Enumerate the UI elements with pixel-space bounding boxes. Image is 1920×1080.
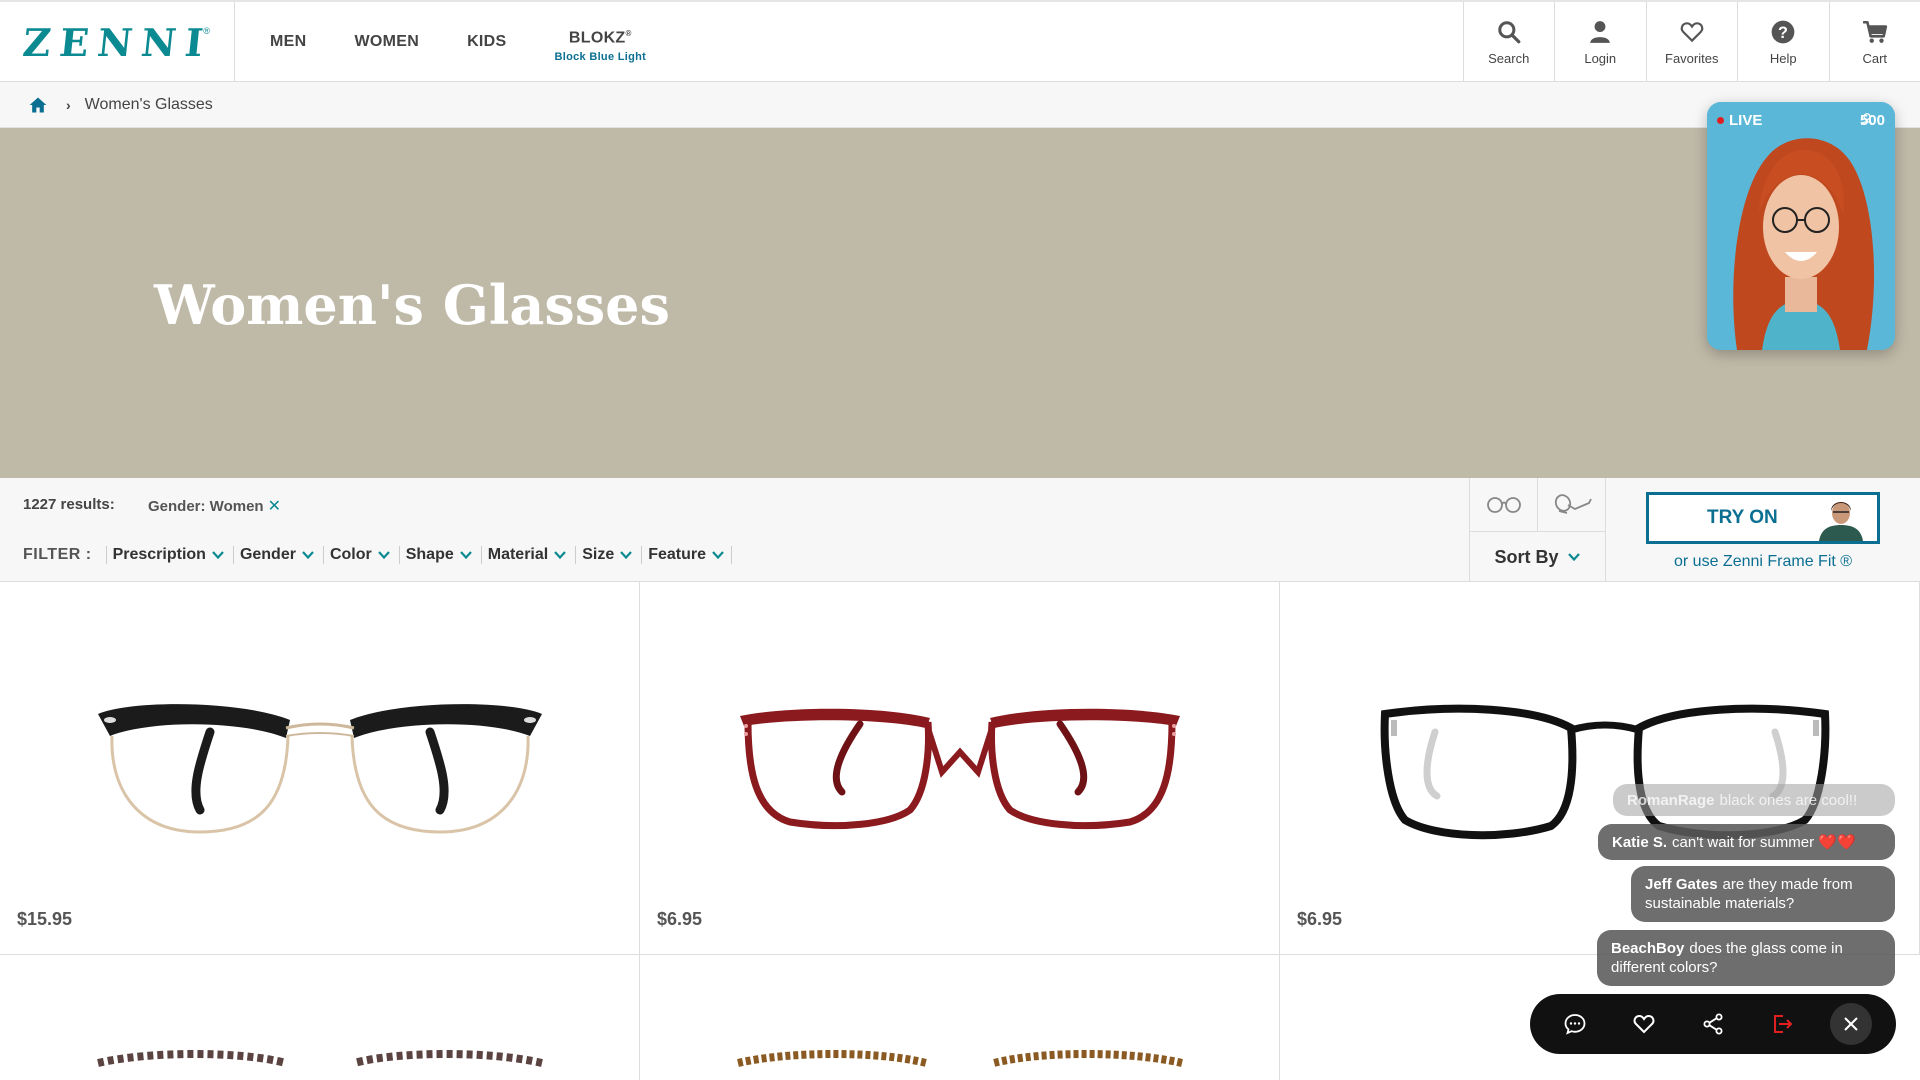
chevron-down-icon xyxy=(712,551,724,560)
filter-feature[interactable]: Feature xyxy=(641,546,733,564)
utility-nav: Search Login Favorites ? Help Cart xyxy=(1462,2,1920,82)
nav-women[interactable]: WOMEN xyxy=(354,33,419,51)
filter-bar: 1227 results: Gender: Women ✕ FILTER : P… xyxy=(0,478,1920,582)
chat-button[interactable] xyxy=(1554,1003,1596,1045)
favorites-label: Favorites xyxy=(1665,50,1719,66)
chevron-down-icon xyxy=(302,551,314,560)
site-header: ZENNI ® MEN WOMEN KIDS BLOKZ® Block Blue… xyxy=(0,0,1920,82)
blokz-mark: ® xyxy=(625,29,632,39)
chat-message: Katie S. can't wait for summer ❤️❤️ xyxy=(1598,824,1895,860)
chevron-down-icon xyxy=(212,551,224,560)
favorites-button[interactable]: Favorites xyxy=(1645,2,1738,82)
login-label: Login xyxy=(1584,50,1617,66)
nav-men[interactable]: MEN xyxy=(270,33,306,51)
product-card[interactable]: $6.95 xyxy=(640,582,1280,955)
search-label: Search xyxy=(1488,50,1530,66)
product-card[interactable] xyxy=(640,955,1280,1080)
blokz-label: BLOKZ xyxy=(568,29,626,47)
results-count: 1227 results: xyxy=(23,496,115,513)
blokz-sub: Block Blue Light xyxy=(554,50,647,63)
home-icon[interactable] xyxy=(28,95,48,115)
search-icon xyxy=(1498,20,1521,43)
product-card[interactable] xyxy=(0,955,640,1080)
product-image-browline xyxy=(98,704,542,834)
logo-text: ZENNI xyxy=(20,19,214,65)
filter-gender[interactable]: Gender xyxy=(232,546,321,564)
chevron-down-icon xyxy=(459,551,472,560)
product-image-tortoise xyxy=(97,1050,543,1067)
filter-shape[interactable]: Shape xyxy=(398,546,479,564)
chat-message: BeachBoy does the glass come in different… xyxy=(1597,930,1895,986)
viewer-icon xyxy=(1861,113,1873,126)
live-stream-card[interactable]: LIVE 500 xyxy=(1707,102,1895,350)
zenni-logo[interactable]: ZENNI ® xyxy=(0,2,235,82)
live-controls-bar xyxy=(1530,994,1896,1054)
filter-label: FILTER : xyxy=(23,546,92,563)
cart-icon xyxy=(1862,20,1887,43)
frame-fit-link[interactable]: or use Zenni Frame Fit ® xyxy=(1674,553,1852,571)
chevron-right-icon: › xyxy=(66,96,71,113)
active-filter-label: Gender: Women xyxy=(148,497,264,515)
remove-filter-icon[interactable]: ✕ xyxy=(268,496,281,516)
chat-message: RomanRage black ones are cool!! xyxy=(1613,784,1895,816)
help-button[interactable]: ? Help xyxy=(1737,2,1829,82)
search-button[interactable]: Search xyxy=(1462,2,1555,82)
try-on-avatar xyxy=(1819,502,1863,541)
cart-label: Cart xyxy=(1862,50,1888,66)
breadcrumb: › Women's Glasses xyxy=(0,82,1920,128)
live-badge: LIVE xyxy=(1717,112,1762,129)
chat-bubble-icon xyxy=(1564,1014,1585,1035)
active-filter-chip[interactable]: Gender: Women ✕ xyxy=(148,496,281,516)
main-nav: MEN WOMEN KIDS BLOKZ® Block Blue Light xyxy=(270,2,694,82)
live-badge-text: LIVE xyxy=(1729,112,1763,129)
breadcrumb-current: Women's Glasses xyxy=(84,95,213,113)
exit-icon xyxy=(1774,1015,1793,1033)
nav-blokz[interactable]: BLOKZ® Block Blue Light xyxy=(555,29,647,62)
product-image-leopard xyxy=(737,1050,1183,1067)
side-view-toggle[interactable] xyxy=(1538,478,1605,531)
filter-prescription[interactable]: Prescription xyxy=(105,546,231,564)
host-video xyxy=(1707,102,1895,350)
like-button[interactable] xyxy=(1623,1003,1665,1045)
close-button[interactable] xyxy=(1830,1003,1873,1045)
glasses-side-icon xyxy=(1554,493,1592,514)
sort-by-label: Sort By xyxy=(1494,546,1559,567)
viewer-count: 500 xyxy=(1860,112,1885,129)
product-image-rectangle xyxy=(740,708,1180,830)
svg-text:?: ? xyxy=(1778,23,1788,41)
product-card[interactable]: $15.95 xyxy=(0,582,640,955)
glasses-front-icon xyxy=(1486,496,1521,513)
user-icon xyxy=(1590,20,1610,43)
filter-color[interactable]: Color xyxy=(322,546,397,564)
product-price: $6.95 xyxy=(657,909,703,929)
close-icon xyxy=(1844,1017,1859,1031)
front-view-toggle[interactable] xyxy=(1470,478,1538,531)
try-on-button[interactable]: TRY ON xyxy=(1646,492,1880,544)
filter-row: FILTER : Prescription Gender Color Shape… xyxy=(23,546,734,564)
filter-size[interactable]: Size xyxy=(575,546,639,564)
product-price: $15.95 xyxy=(17,909,73,929)
login-button[interactable]: Login xyxy=(1554,2,1646,82)
page-title: Women's Glasses xyxy=(154,273,670,337)
heart-icon xyxy=(1680,21,1704,42)
share-button[interactable] xyxy=(1692,1003,1734,1045)
cart-button[interactable]: Cart xyxy=(1828,2,1920,82)
view-toggles: Sort By xyxy=(1469,478,1606,582)
chevron-down-icon xyxy=(377,551,390,560)
hero-banner: Women's Glasses xyxy=(0,128,1920,478)
help-icon: ? xyxy=(1771,20,1795,43)
share-icon xyxy=(1703,1013,1723,1035)
filter-material[interactable]: Material xyxy=(480,546,573,564)
nav-kids[interactable]: KIDS xyxy=(467,33,506,51)
sort-by-dropdown[interactable]: Sort By xyxy=(1470,532,1605,582)
chat-message: Jeff Gates are they made from sustainable… xyxy=(1631,866,1895,922)
chevron-down-icon xyxy=(1567,553,1580,562)
help-label: Help xyxy=(1769,50,1797,66)
chevron-down-icon xyxy=(620,551,633,560)
heart-icon xyxy=(1633,1014,1655,1034)
exit-stream-button[interactable] xyxy=(1761,1003,1803,1045)
try-on-label: TRY ON xyxy=(1707,507,1778,528)
product-price: $6.95 xyxy=(1297,909,1343,929)
chevron-down-icon xyxy=(554,551,567,560)
